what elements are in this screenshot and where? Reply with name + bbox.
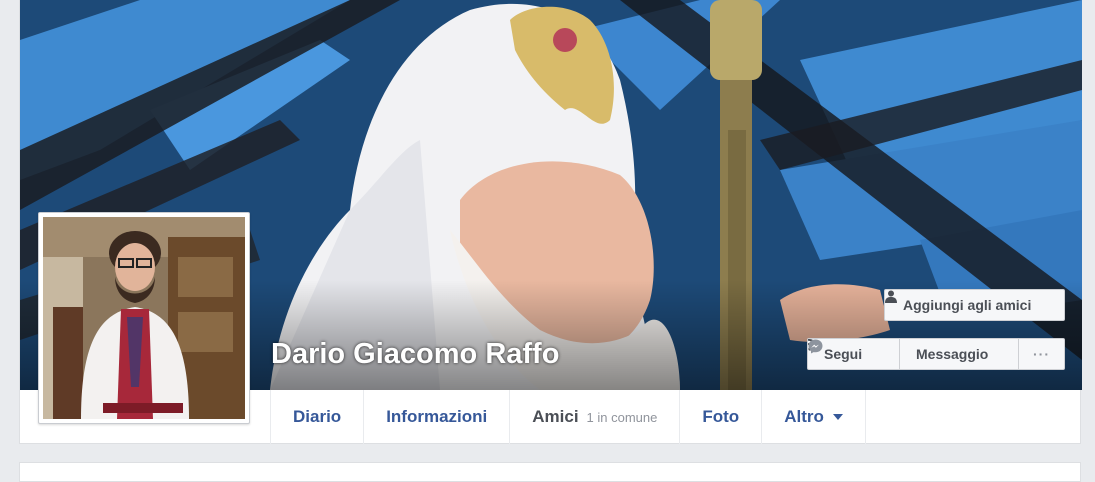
tab-diario[interactable]: Diario — [271, 390, 365, 444]
caret-down-icon — [832, 414, 843, 420]
next-card — [19, 462, 1081, 482]
message-button[interactable]: Messaggio — [808, 339, 1019, 369]
mutual-friends-count: 1 in comune — [586, 409, 658, 425]
more-options-button[interactable]: ··· — [1019, 339, 1064, 369]
follow-label: Segui — [824, 346, 863, 362]
profile-picture-image — [43, 217, 245, 419]
profile-card: Dario Giacomo Raffo Aggiungi agli amici … — [19, 0, 1082, 444]
add-friend-label: Aggiungi agli amici — [903, 297, 1032, 313]
profile-picture[interactable] — [38, 212, 250, 424]
tab-altro[interactable]: Altro — [762, 390, 866, 444]
profile-name[interactable]: Dario Giacomo Raffo — [271, 338, 559, 371]
tab-altro-label: Altro — [784, 407, 824, 426]
tab-foto[interactable]: Foto — [680, 390, 763, 444]
tab-informazioni-label: Informazioni — [386, 407, 488, 426]
message-label: Messaggio — [916, 346, 989, 362]
tab-foto-label: Foto — [702, 407, 740, 426]
tab-amici[interactable]: Amici 1 in comune — [510, 390, 681, 444]
profile-tabs: Diario Informazioni Amici 1 in comune Fo… — [270, 390, 866, 444]
add-friend-button[interactable]: Aggiungi agli amici — [884, 289, 1065, 321]
tab-diario-label: Diario — [293, 407, 342, 426]
more-options-label: ··· — [1033, 346, 1050, 362]
tab-amici-label: Amici — [532, 407, 579, 426]
profile-action-group: Segui Messaggio ··· — [807, 338, 1065, 370]
tab-informazioni[interactable]: Informazioni — [364, 390, 511, 444]
